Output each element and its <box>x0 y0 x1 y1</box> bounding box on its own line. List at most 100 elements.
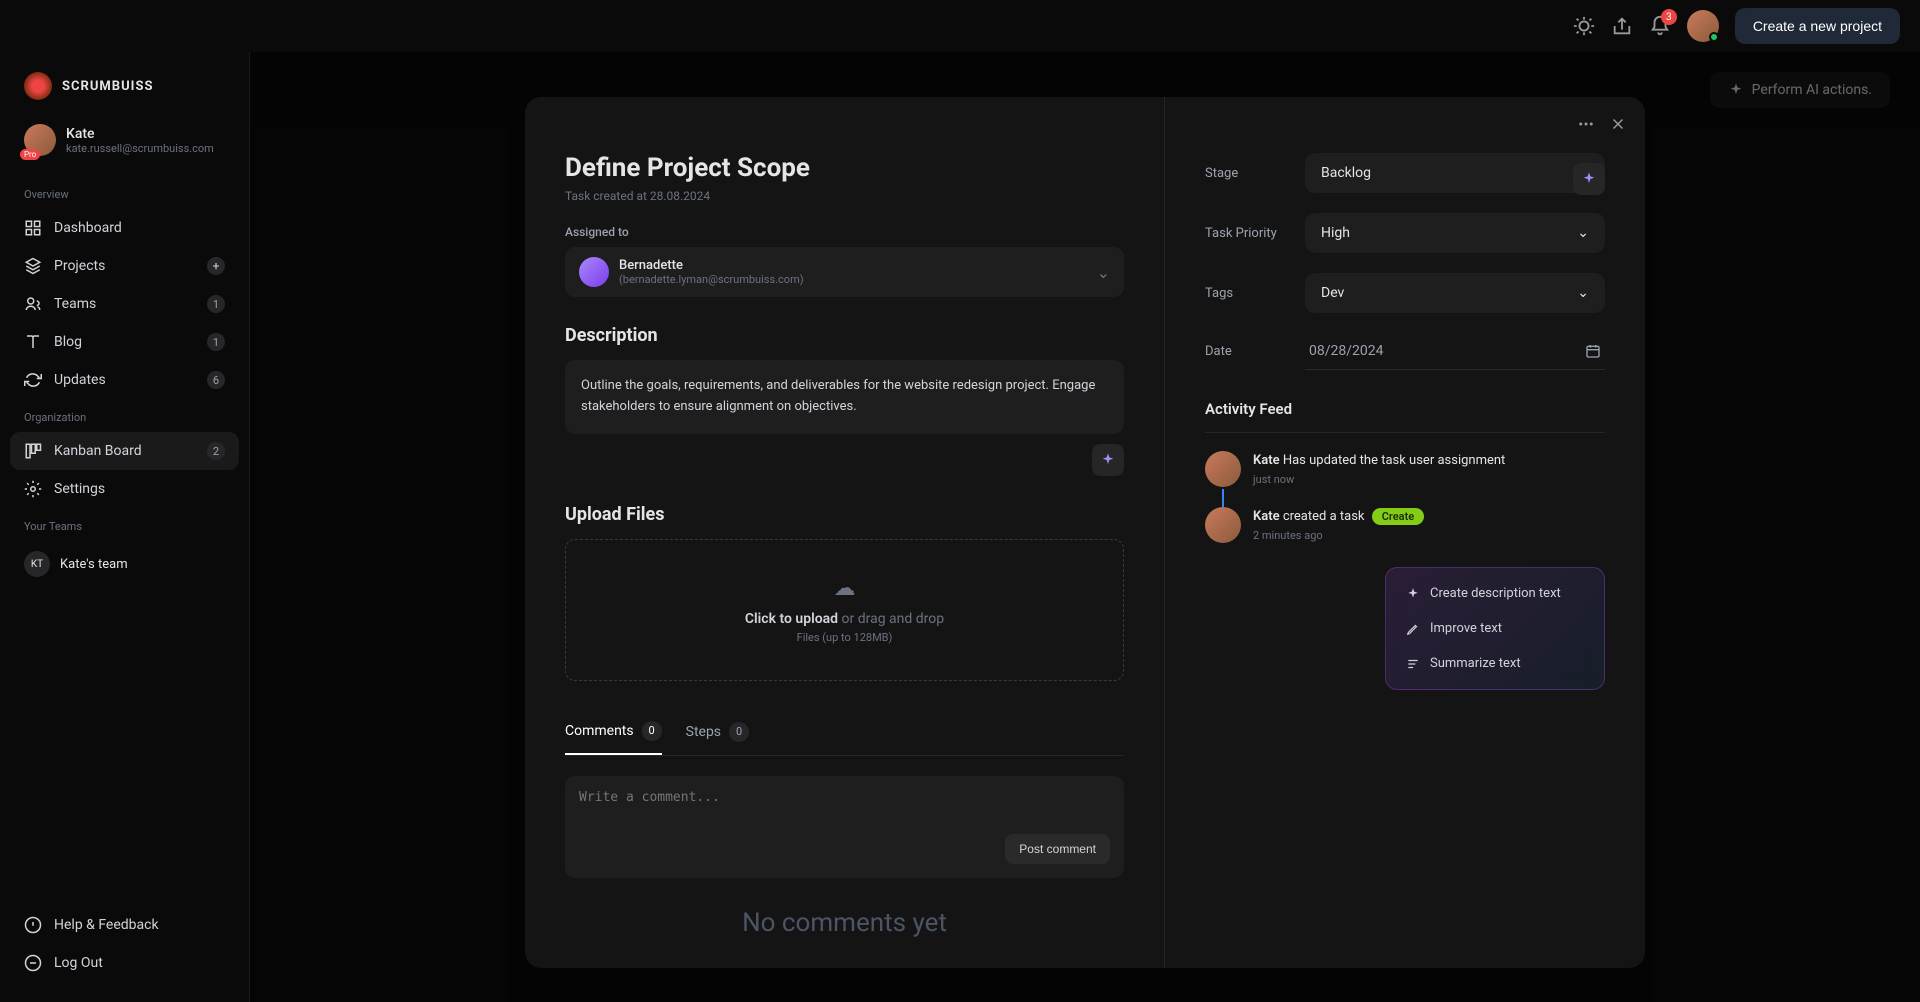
nav-label: Settings <box>54 481 105 497</box>
upload-heading: Upload Files <box>565 504 1124 525</box>
tab-steps[interactable]: Steps 0 <box>686 709 749 755</box>
nav-teams[interactable]: Teams 1 <box>0 285 249 323</box>
comments-count: 0 <box>642 721 662 741</box>
updates-count: 6 <box>207 371 225 389</box>
activity-text: Kate created a task Create <box>1253 507 1424 527</box>
gear-icon <box>24 480 42 498</box>
activity-heading: Activity Feed <box>1205 400 1605 433</box>
grid-icon <box>24 219 42 237</box>
bell-icon[interactable]: 3 <box>1649 15 1671 37</box>
calendar-icon <box>1585 343 1601 359</box>
nav-projects[interactable]: Projects + <box>0 247 249 285</box>
task-created-at: Task created at 28.08.2024 <box>565 189 1124 203</box>
activity-avatar <box>1205 507 1241 543</box>
brand-logo-icon <box>24 72 52 100</box>
pencil-icon <box>1406 622 1420 636</box>
ai-actions-menu: Create description text Improve text Sum… <box>1385 567 1605 690</box>
close-icon[interactable] <box>1609 115 1627 133</box>
nav-logout[interactable]: Log Out <box>0 944 249 982</box>
nav-label: Updates <box>54 372 106 388</box>
online-indicator <box>1709 32 1719 42</box>
tab-label: Steps <box>686 724 721 740</box>
post-comment-button[interactable]: Post comment <box>1005 834 1110 864</box>
layers-icon <box>24 257 42 275</box>
tab-comments[interactable]: Comments 0 <box>565 709 662 755</box>
date-value: 08/28/2024 <box>1309 343 1384 359</box>
team-name: Kate's team <box>60 557 128 572</box>
more-icon[interactable] <box>1577 115 1595 133</box>
nav-label: Log Out <box>54 955 103 971</box>
chevron-down-icon: ⌄ <box>1577 225 1589 241</box>
ai-improve-text[interactable]: Improve text <box>1394 611 1596 646</box>
activity-item: Kate Has updated the task user assignmen… <box>1205 451 1605 487</box>
users-icon <box>24 295 42 313</box>
nav-label: Kanban Board <box>54 443 142 459</box>
activity-time: just now <box>1253 473 1505 486</box>
activity-avatar <box>1205 451 1241 487</box>
comment-input[interactable] <box>579 790 1110 820</box>
kanban-count: 2 <box>207 442 225 460</box>
section-your-teams: Your Teams <box>0 508 249 541</box>
ai-description-button[interactable] <box>1092 444 1124 476</box>
no-comments-text: No comments yet <box>565 908 1124 938</box>
menu-label: Improve text <box>1430 621 1502 636</box>
task-title: Define Project Scope <box>565 153 1124 183</box>
priority-value: High <box>1321 225 1350 241</box>
user-avatar-small: Pro <box>24 124 56 156</box>
nav-label: Teams <box>54 296 96 312</box>
nav-kanban[interactable]: Kanban Board 2 <box>10 432 239 470</box>
menu-label: Create description text <box>1430 586 1561 601</box>
current-user[interactable]: Pro Kate kate.russell@scrumbuiss.com <box>0 124 249 176</box>
priority-select[interactable]: High ⌄ <box>1305 213 1605 253</box>
nav-label: Help & Feedback <box>54 917 159 933</box>
section-organization: Organization <box>0 399 249 432</box>
add-project-button[interactable]: + <box>207 257 225 275</box>
tags-select[interactable]: Dev ⌄ <box>1305 273 1605 313</box>
teams-count: 1 <box>207 295 225 313</box>
activity-time: 2 minutes ago <box>1253 529 1424 542</box>
team-item[interactable]: KT Kate's team <box>0 541 249 587</box>
bug-icon[interactable] <box>1573 15 1595 37</box>
description-text[interactable]: Outline the goals, requirements, and del… <box>565 360 1124 434</box>
stage-label: Stage <box>1205 166 1285 181</box>
user-email: kate.russell@scrumbuiss.com <box>66 142 214 155</box>
create-project-button[interactable]: Create a new project <box>1735 8 1900 44</box>
activity-pill: Create <box>1372 508 1425 525</box>
steps-count: 0 <box>729 722 749 742</box>
user-avatar[interactable] <box>1687 10 1719 42</box>
nav-label: Projects <box>54 258 105 274</box>
date-label: Date <box>1205 344 1285 359</box>
nav-label: Dashboard <box>54 220 122 236</box>
upload-instruction: Click to upload or drag and drop <box>602 611 1087 627</box>
nav-help[interactable]: Help & Feedback <box>0 906 249 944</box>
cloud-icon: ☁ <box>602 576 1087 601</box>
nav-updates[interactable]: Updates 6 <box>0 361 249 399</box>
stage-value: Backlog <box>1321 165 1371 181</box>
brand-name: SCRUMBUISS <box>62 79 153 94</box>
nav-label: Blog <box>54 334 82 350</box>
ai-create-description[interactable]: Create description text <box>1394 576 1596 611</box>
logout-icon <box>24 954 42 972</box>
priority-label: Task Priority <box>1205 226 1285 241</box>
nav-dashboard[interactable]: Dashboard <box>0 209 249 247</box>
chevron-down-icon: ⌄ <box>1577 285 1589 301</box>
date-input[interactable]: 08/28/2024 <box>1305 333 1605 370</box>
share-icon[interactable] <box>1611 15 1633 37</box>
assigned-to-label: Assigned to <box>565 225 1124 239</box>
assignee-avatar <box>579 257 609 287</box>
info-icon <box>24 916 42 934</box>
user-name: Kate <box>66 126 214 142</box>
ai-summarize-text[interactable]: Summarize text <box>1394 646 1596 681</box>
tags-value: Dev <box>1321 285 1344 301</box>
nav-settings[interactable]: Settings <box>0 470 249 508</box>
brand[interactable]: SCRUMBUISS <box>0 72 249 124</box>
blog-count: 1 <box>207 333 225 351</box>
upload-dropzone[interactable]: ☁ Click to upload or drag and drop Files… <box>565 539 1124 681</box>
menu-label: Summarize text <box>1430 656 1521 671</box>
assignee-select[interactable]: Bernadette (bernadette.lyman@scrumbuiss.… <box>565 247 1124 297</box>
stage-select[interactable]: Backlog ⌄ <box>1305 153 1605 193</box>
nav-blog[interactable]: Blog 1 <box>0 323 249 361</box>
assignee-email: (bernadette.lyman@scrumbuiss.com) <box>619 273 804 286</box>
activity-item: Kate created a task Create 2 minutes ago <box>1205 507 1605 543</box>
task-modal: Define Project Scope Task created at 28.… <box>525 97 1645 968</box>
